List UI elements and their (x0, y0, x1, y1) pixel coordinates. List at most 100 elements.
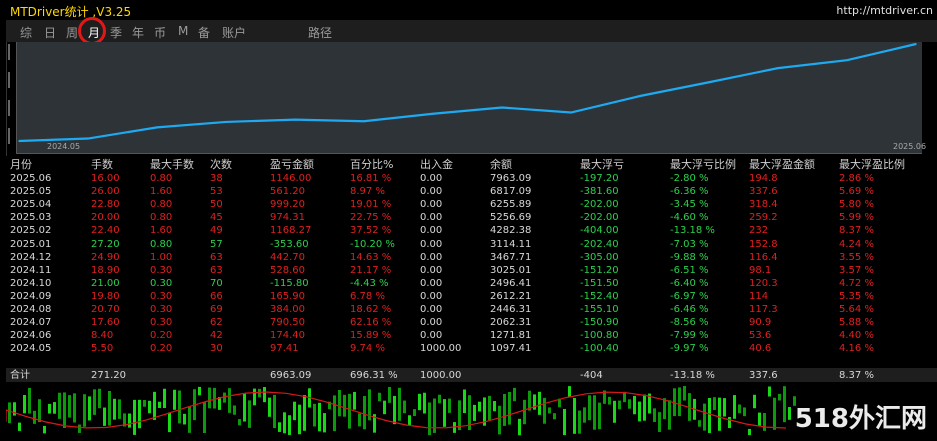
column-header[interactable]: 手数 (91, 156, 150, 172)
candle (593, 395, 596, 430)
tab-7[interactable]: M (178, 24, 188, 38)
candle (543, 397, 546, 424)
table-cell: 30 (210, 343, 223, 355)
balance-point (639, 95, 641, 97)
table-row[interactable]: 2024.06 8.40 0.20 42 174.40 15.89 % 0.00 1271.8… (6, 329, 935, 342)
table-cell: -152.40 (580, 290, 619, 302)
tab-0[interactable]: 综 (20, 24, 32, 41)
table-cell: -404.00 (580, 225, 619, 237)
table-cell: 0.00 (420, 330, 443, 342)
table-row[interactable]: 2025.03 20.00 0.80 45 974.31 22.75 % 0.00 5256.… (6, 211, 935, 224)
table-cell: 2496.41 (490, 277, 532, 289)
column-header[interactable]: 最大浮盈金额 (749, 156, 839, 172)
column-header[interactable]: 盈亏金额 (270, 156, 350, 172)
tab-2[interactable]: 周 (66, 24, 78, 41)
table-cell: -6.36 % (670, 186, 709, 198)
site-url[interactable]: http://mtdriver.cn (836, 4, 933, 17)
candle (548, 407, 551, 414)
column-header[interactable]: 次数 (210, 156, 270, 172)
table-row[interactable]: 2024.07 17.60 0.30 62 790.50 62.16 % 0.00 2062.… (6, 316, 935, 329)
table-cell: 2612.21 (490, 290, 532, 302)
tab-6[interactable]: 币 (154, 24, 166, 41)
candle (773, 397, 776, 430)
title-bar: MTDriver统计 ,V3.25 http://mtdriver.cn (6, 0, 937, 20)
totals-bar: 合计 271.20 6963.09 696.31 % 1000.00 -404 -13.18… (6, 368, 937, 382)
table-cell: 50 (210, 199, 223, 211)
table-cell: 53 (210, 186, 223, 198)
site-watermark: 518外汇网 (794, 404, 927, 434)
table-cell: -202.40 (580, 238, 619, 250)
table-cell: 2024.05 (10, 343, 52, 355)
candle (293, 401, 296, 421)
candle (378, 392, 381, 402)
table-row[interactable]: 2024.12 24.90 1.00 63 442.70 14.63 % 0.00 3467.… (6, 251, 935, 264)
table-row[interactable]: 2024.10 21.00 0.30 70 -115.80 -4.43 % 0.00 2496… (6, 277, 935, 290)
table-cell: 2024.08 (10, 303, 52, 315)
candle (613, 400, 616, 423)
candle (228, 388, 231, 413)
app-title: MTDriver统计 ,V3.25 (10, 5, 132, 19)
tab-4[interactable]: 季 (110, 24, 122, 41)
table-cell: 4.72 % (839, 277, 874, 289)
table-cell: 3467.71 (490, 251, 532, 263)
table-row[interactable]: 2025.02 22.40 1.60 49 1168.27 37.52 % 0.00 4282… (6, 224, 935, 237)
totals-cell (210, 368, 270, 382)
table-cell: 8.37 % (839, 225, 874, 237)
table-cell: 442.70 (270, 251, 305, 263)
candle (633, 395, 636, 415)
candle (28, 387, 31, 414)
table-cell: 5.64 % (839, 303, 874, 315)
tab-1[interactable]: 日 (44, 24, 56, 41)
table-cell: -197.20 (580, 173, 619, 185)
column-header[interactable]: 百分比% (350, 156, 420, 172)
candle (68, 395, 71, 418)
candle (88, 396, 91, 421)
candle (258, 388, 261, 398)
table-cell: 22.80 (91, 199, 120, 211)
table-cell: -6.97 % (670, 290, 709, 302)
column-header[interactable]: 余额 (490, 156, 580, 172)
table-row[interactable]: 2024.05 5.50 0.20 30 97.41 9.74 % 1000.00 1097.… (6, 342, 935, 355)
balance-point (225, 121, 227, 123)
table-row[interactable]: 2025.04 22.80 0.80 50 999.20 19.01 % 0.00 6255.… (6, 198, 935, 211)
column-header[interactable]: 最大浮亏比例 (670, 156, 749, 172)
table-cell: 62.16 % (350, 317, 392, 329)
table-row[interactable]: 2024.11 18.90 0.30 63 528.60 21.17 % 0.00 3025.… (6, 264, 935, 277)
candle (23, 395, 26, 414)
table-row[interactable]: 2024.08 20.70 0.30 69 384.00 18.62 % 0.00 2446.… (6, 303, 935, 316)
tab-5[interactable]: 年 (132, 24, 144, 41)
candle (188, 407, 191, 433)
table-cell: 0.00 (420, 317, 443, 329)
candle (403, 400, 406, 414)
table-cell: 8.40 (91, 330, 114, 342)
column-header[interactable]: 最大手数 (150, 156, 210, 172)
candle (708, 397, 711, 433)
candle (658, 412, 661, 432)
table-cell: -4.60 % (670, 212, 709, 224)
table-cell: 2025.03 (10, 212, 52, 224)
table-cell: 3025.01 (490, 264, 532, 276)
column-header[interactable]: 出入金 (420, 156, 490, 172)
candle (173, 389, 176, 410)
tab-9[interactable]: 账户 (222, 24, 246, 41)
table-row[interactable]: 2025.05 26.00 1.60 53 561.20 8.97 % 0.00 6817.0… (6, 185, 935, 198)
table-cell: 174.40 (270, 330, 305, 342)
column-header[interactable]: 月份 (6, 156, 91, 172)
table-row[interactable]: 2025.06 16.00 0.80 38 1146.00 16.81 % 0.00 7963… (6, 172, 935, 185)
table-cell: 4.16 % (839, 343, 874, 355)
candle (148, 400, 151, 414)
column-header[interactable]: 最大浮亏 (580, 156, 670, 172)
candle (758, 412, 761, 426)
table-cell: 5.80 % (839, 199, 874, 211)
candle (183, 413, 186, 425)
table-cell: 1271.81 (490, 330, 532, 342)
table-cell: 1.60 (150, 225, 173, 237)
tab-10[interactable]: 路径 (308, 24, 332, 41)
candle (238, 419, 241, 426)
column-header[interactable]: 最大浮盈比例 (839, 156, 935, 172)
candle (733, 395, 736, 419)
table-cell: -3.45 % (670, 199, 709, 211)
tab-8[interactable]: 备 (198, 24, 210, 41)
table-row[interactable]: 2025.01 27.20 0.80 57 -353.60 -10.20 % 0.00 311… (6, 237, 935, 250)
table-row[interactable]: 2024.09 19.80 0.30 66 165.90 6.78 % 0.00 2612.2… (6, 290, 935, 303)
